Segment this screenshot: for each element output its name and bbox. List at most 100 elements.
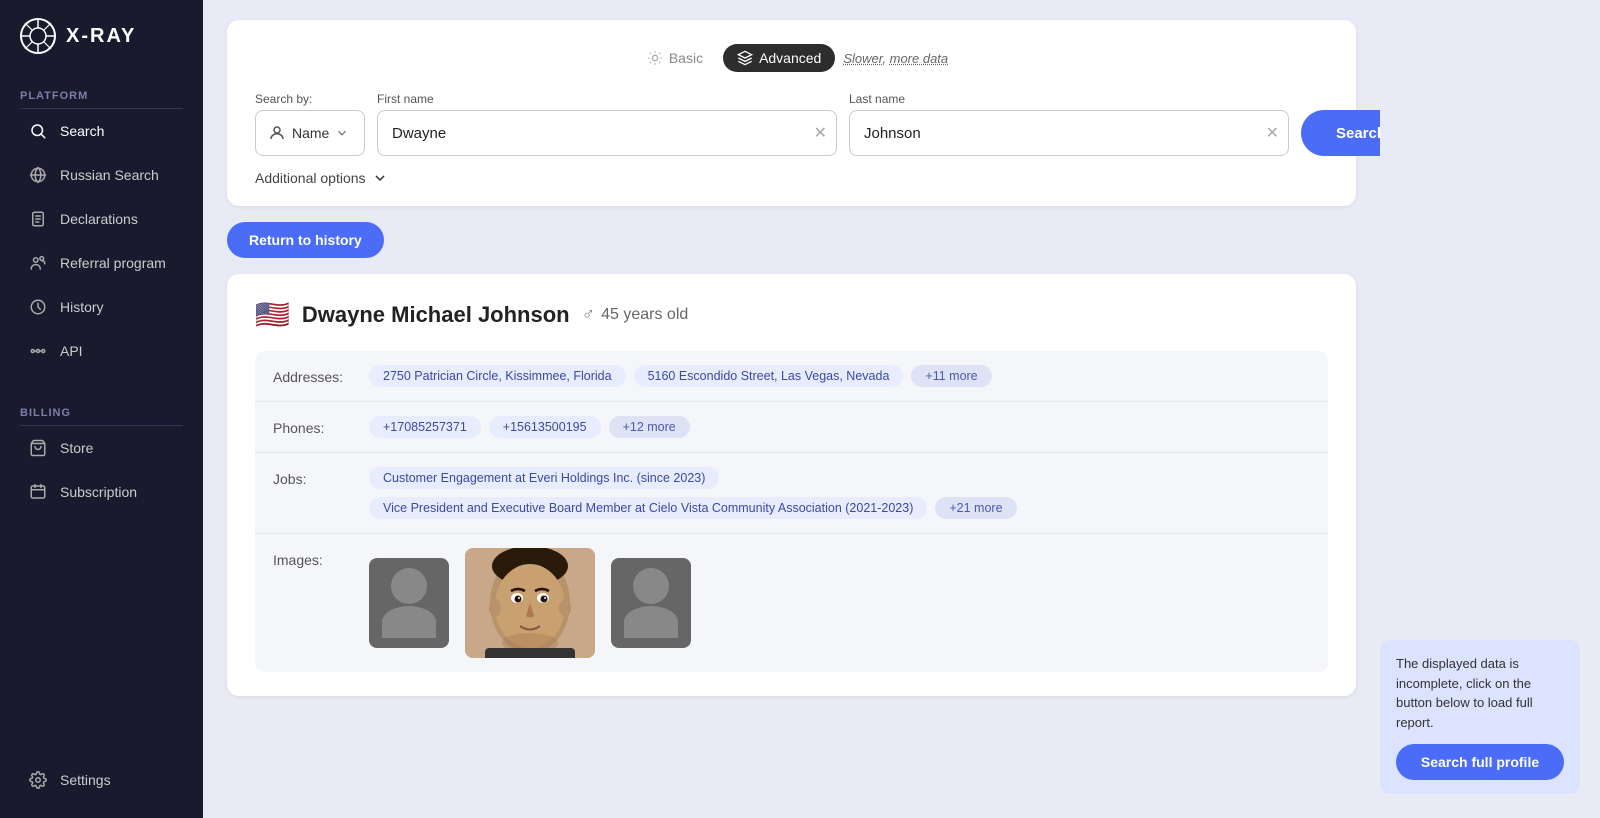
first-name-wrap: ✕	[377, 110, 837, 156]
last-name-input[interactable]	[849, 110, 1289, 156]
avatar-body-2	[624, 606, 678, 638]
sidebar-item-declarations[interactable]: Declarations	[8, 199, 195, 239]
sidebar-item-referral[interactable]: Referral program	[8, 243, 195, 283]
russian-search-icon	[28, 165, 48, 185]
results-card: 🇺🇸 Dwayne Michael Johnson ♂ 45 years old…	[227, 274, 1356, 696]
logo-area: X-RAY	[0, 0, 203, 72]
address-tag-0[interactable]: 2750 Patrician Circle, Kissimmee, Florid…	[369, 365, 626, 387]
real-photo	[465, 548, 595, 658]
address-tag-1[interactable]: 5160 Escondido Street, Las Vegas, Nevada	[634, 365, 904, 387]
sidebar-item-api[interactable]: API	[8, 331, 195, 371]
phone-tag-1[interactable]: +15613500195	[489, 416, 601, 438]
search-card: Basic Advanced Slower, more data Search …	[227, 20, 1356, 206]
advanced-label: Advanced	[759, 50, 821, 66]
images-container	[369, 548, 691, 658]
slower-label: Slower, more data	[843, 51, 948, 66]
first-name-clear-button[interactable]: ✕	[814, 123, 827, 143]
last-name-label: Last name	[849, 92, 1289, 106]
return-to-history-button[interactable]: Return to history	[227, 222, 384, 258]
platform-label: Platform	[0, 72, 203, 108]
phone-tag-more[interactable]: +12 more	[609, 416, 690, 438]
basic-label: Basic	[669, 50, 703, 66]
job-tag-0[interactable]: Customer Engagement at Everi Holdings In…	[369, 467, 719, 489]
images-label: Images:	[273, 548, 353, 568]
history-icon	[28, 297, 48, 317]
gender-icon: ♂	[582, 304, 596, 325]
avatar-placeholder-2	[611, 558, 691, 648]
sidebar-item-search[interactable]: Search	[8, 111, 195, 151]
last-name-group: Last name ✕	[849, 92, 1289, 156]
addresses-row: Addresses: 2750 Patrician Circle, Kissim…	[255, 351, 1328, 402]
billing-label: Billing	[0, 389, 203, 425]
additional-options-toggle[interactable]: Additional options	[255, 170, 1328, 186]
referral-icon	[28, 253, 48, 273]
content-area: Basic Advanced Slower, more data Search …	[203, 0, 1600, 818]
sidebar-item-history[interactable]: History	[8, 287, 195, 327]
sidebar-item-subscription-label: Subscription	[60, 484, 137, 500]
job-tag-more[interactable]: +21 more	[935, 497, 1016, 519]
jobs-inner: Jobs: Customer Engagement at Everi Holdi…	[273, 467, 719, 489]
settings-icon	[28, 770, 48, 790]
return-to-history-wrap: Return to history	[227, 222, 1356, 258]
sidebar-settings-label: Settings	[60, 772, 111, 788]
person-age: 45 years old	[601, 306, 688, 324]
main-scroll: Basic Advanced Slower, more data Search …	[203, 0, 1380, 818]
last-name-clear-button[interactable]: ✕	[1266, 123, 1279, 143]
jobs-label: Jobs:	[273, 467, 353, 487]
sidebar: X-RAY Platform Search Russian Search Dec…	[0, 0, 203, 818]
mode-toggle: Basic Advanced Slower, more data	[255, 44, 1328, 72]
search-icon	[28, 121, 48, 141]
search-row: Search by: Name First name ✕	[255, 92, 1328, 156]
avatar-circle-2	[633, 568, 669, 604]
name-select-dropdown[interactable]: Name	[255, 110, 365, 156]
sidebar-item-search-label: Search	[60, 123, 104, 139]
subscription-icon	[28, 482, 48, 502]
sidebar-bottom: Settings	[0, 758, 203, 818]
first-name-label: First name	[377, 92, 837, 106]
first-name-group: First name ✕	[377, 92, 837, 156]
addresses-label: Addresses:	[273, 365, 353, 385]
sidebar-item-store[interactable]: Store	[8, 428, 195, 468]
jobs-row: Jobs: Customer Engagement at Everi Holdi…	[255, 453, 1328, 534]
additional-options-label: Additional options	[255, 170, 366, 186]
avatar-circle-1	[391, 568, 427, 604]
basic-mode-button[interactable]: Basic	[635, 44, 715, 72]
sidebar-item-store-label: Store	[60, 440, 93, 456]
platform-divider	[20, 108, 183, 109]
declarations-icon	[28, 209, 48, 229]
sidebar-item-subscription[interactable]: Subscription	[8, 472, 195, 512]
person-meta: ♂ 45 years old	[582, 304, 689, 325]
sidebar-item-referral-label: Referral program	[60, 255, 166, 271]
jobs-extra: Vice President and Executive Board Membe…	[273, 497, 1017, 519]
avatar-body-1	[382, 606, 436, 638]
images-row: Images:	[255, 534, 1328, 672]
phone-tag-0[interactable]: +17085257371	[369, 416, 481, 438]
phones-row: Phones: +17085257371 +15613500195 +12 mo…	[255, 402, 1328, 453]
sidebar-item-declarations-label: Declarations	[60, 211, 138, 227]
search-button[interactable]: Search	[1301, 110, 1380, 156]
avatar-placeholder-1	[369, 558, 449, 648]
first-name-input[interactable]	[377, 110, 837, 156]
billing-divider	[20, 425, 183, 426]
person-header: 🇺🇸 Dwayne Michael Johnson ♂ 45 years old	[255, 298, 1328, 331]
details-table: Addresses: 2750 Patrician Circle, Kissim…	[255, 351, 1328, 672]
sidebar-item-russian-search[interactable]: Russian Search	[8, 155, 195, 195]
search-by-group: Search by: Name	[255, 92, 365, 156]
sidebar-item-api-label: API	[60, 343, 83, 359]
store-icon	[28, 438, 48, 458]
address-tag-more[interactable]: +11 more	[911, 365, 991, 387]
advanced-mode-button[interactable]: Advanced	[723, 44, 835, 72]
search-full-profile-button[interactable]: Search full profile	[1396, 744, 1564, 780]
sidebar-item-settings[interactable]: Settings	[8, 760, 195, 800]
sidebar-item-russian-search-label: Russian Search	[60, 167, 159, 183]
api-icon	[28, 341, 48, 361]
name-select-label: Name	[292, 125, 329, 141]
tooltip-card: The displayed data is incomplete, click …	[1380, 640, 1580, 794]
phones-label: Phones:	[273, 416, 353, 436]
sidebar-item-history-label: History	[60, 299, 104, 315]
tooltip-text: The displayed data is incomplete, click …	[1396, 654, 1564, 732]
right-panel: The displayed data is incomplete, click …	[1380, 0, 1600, 818]
flag-icon: 🇺🇸	[255, 298, 290, 331]
job-tag-1[interactable]: Vice President and Executive Board Membe…	[369, 497, 927, 519]
logo-text: X-RAY	[66, 25, 136, 48]
